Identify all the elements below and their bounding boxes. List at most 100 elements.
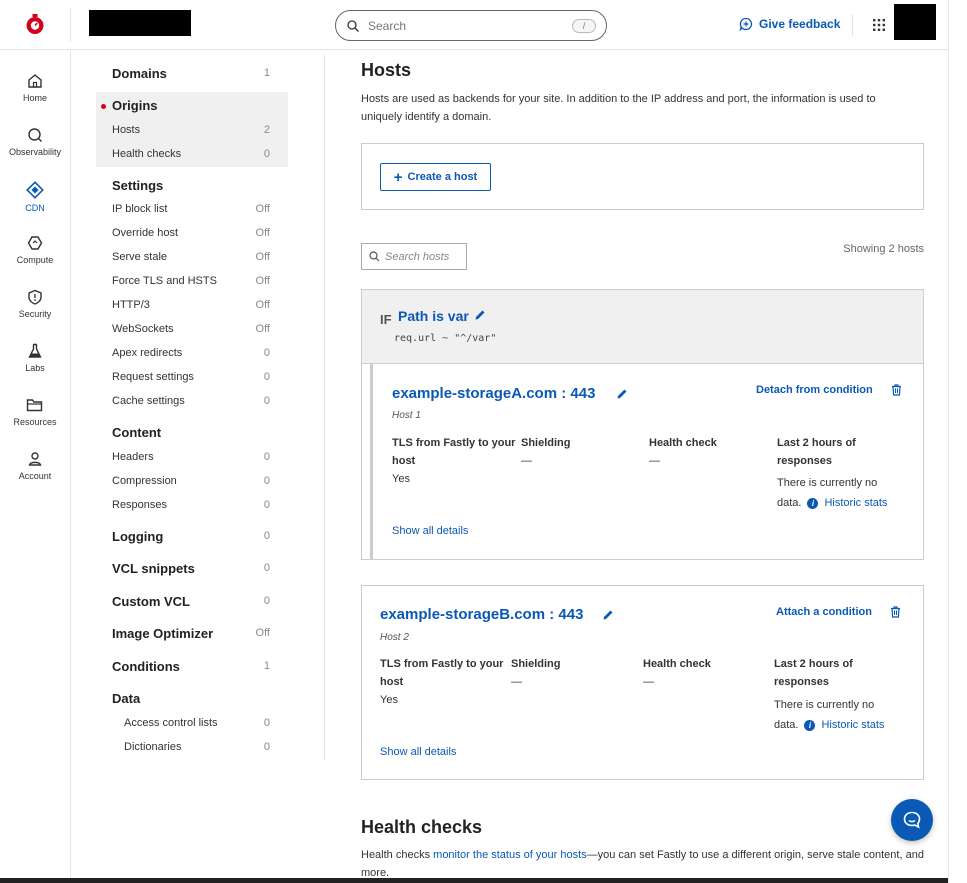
show-all-details-link[interactable]: Show all details (392, 525, 468, 537)
app-grid-icon[interactable] (873, 19, 885, 31)
shielding-value: — (521, 455, 532, 467)
fastly-logo-icon[interactable] (24, 13, 46, 35)
nav-headers[interactable]: Headers 0 (96, 446, 288, 468)
nav-item-label: Dictionaries (124, 741, 182, 753)
nav-item-label: IP block list (112, 203, 168, 215)
info-icon[interactable]: i (807, 497, 819, 509)
create-host-button[interactable]: + Create a host (380, 163, 491, 191)
show-all-details-link[interactable]: Show all details (380, 746, 456, 758)
rail-item-compute[interactable]: Compute (0, 235, 70, 265)
nav-logging-count: 0 (263, 530, 270, 542)
nav-settings[interactable]: Settings (96, 174, 288, 196)
nav-access-control-lists[interactable]: Access control lists 0 (96, 712, 288, 734)
rail-item-security[interactable]: Security (0, 289, 70, 319)
health-check-header: Health check (649, 437, 717, 449)
host-name-link[interactable]: example-storageB.com : 443 (380, 606, 583, 623)
rail-label-account: Account (18, 471, 52, 481)
no-data-text: There is currently no (774, 699, 875, 711)
historic-stats-link[interactable]: Historic stats (821, 719, 884, 731)
monitor-status-link[interactable]: monitor the status of your hosts (433, 849, 586, 861)
health-check-value: — (649, 455, 660, 467)
cdn-diamond-icon (26, 181, 44, 199)
nav-vcl-snippets[interactable]: VCL snippets 0 (96, 557, 288, 579)
health-check-value: — (643, 676, 654, 688)
flask-icon (28, 343, 42, 358)
hc-desc-prefix: Health checks (361, 849, 434, 861)
nav-item-label: Responses (112, 499, 168, 511)
if-label: IF (380, 312, 392, 327)
nav-compression[interactable]: Compression 0 (96, 470, 288, 492)
rail-item-cdn[interactable]: CDN (0, 181, 70, 213)
nav-ip-block-list[interactable]: IP block list Off (96, 198, 288, 220)
tls-value: Yes (392, 473, 410, 485)
attach-condition-link[interactable]: Attach a condition (776, 606, 872, 618)
nav-item-label: Compression (112, 475, 177, 487)
give-feedback-link[interactable]: Give feedback (739, 17, 840, 31)
condition-group: IF Path is var req.url ~ "^/var" example… (361, 289, 924, 560)
chat-support-button[interactable] (891, 799, 933, 841)
rail-label-home: Home (22, 93, 47, 103)
global-search[interactable]: Search / (335, 10, 607, 41)
edit-pencil-icon[interactable] (616, 388, 628, 400)
chat-bubble-icon (903, 811, 921, 829)
nav-override-host[interactable]: Override host Off (96, 222, 288, 244)
home-icon (28, 74, 42, 88)
nav-serve-stale[interactable]: Serve stale Off (96, 246, 288, 268)
nav-force-tls[interactable]: Force TLS and HSTS Off (96, 270, 288, 292)
nav-conditions[interactable]: Conditions 1 (96, 655, 288, 677)
nav-settings-label: Settings (112, 177, 164, 193)
search-input[interactable]: Search (368, 19, 572, 33)
nav-item-value: 0 (263, 499, 270, 511)
nav-domains[interactable]: Domains 1 (96, 62, 288, 84)
nav-data[interactable]: Data (96, 687, 288, 709)
nav-origins[interactable]: Origins (96, 94, 288, 116)
nav-health-checks[interactable]: Health checks 0 (96, 143, 288, 165)
nav-item-value: 0 (263, 347, 270, 359)
edit-pencil-icon[interactable] (474, 309, 486, 321)
feedback-icon (739, 17, 753, 31)
nav-domains-label: Domains (112, 65, 167, 81)
nav-custom-vcl-label: Custom VCL (112, 593, 190, 609)
rail-item-labs[interactable]: Labs (0, 343, 70, 373)
shield-icon (28, 289, 42, 305)
rail-item-home[interactable]: Home (0, 73, 70, 103)
host-card: example-storageA.com : 443 Host 1 Detach… (370, 364, 923, 559)
historic-stats-link[interactable]: Historic stats (824, 497, 887, 509)
nav-item-label: Serve stale (112, 251, 168, 263)
nav-cache-settings[interactable]: Cache settings 0 (96, 390, 288, 412)
nav-hosts-count: 2 (263, 124, 270, 136)
shielding-header: Shielding (511, 658, 561, 670)
nav-request-settings[interactable]: Request settings 0 (96, 366, 288, 388)
rail-label-resources: Resources (13, 417, 57, 427)
redacted-account-avatar[interactable] (894, 4, 936, 40)
search-hosts-input[interactable]: Search hosts (361, 243, 467, 270)
nav-responses[interactable]: Responses 0 (96, 494, 288, 516)
rail-item-observability[interactable]: Observability (0, 127, 70, 157)
host-card: example-storageB.com : 443 Host 2 Attach… (361, 585, 924, 780)
nav-health-checks-count: 0 (263, 148, 270, 160)
detach-condition-link[interactable]: Detach from condition (756, 384, 873, 396)
host-name-link[interactable]: example-storageA.com : 443 (392, 385, 595, 402)
nav-logging[interactable]: Logging 0 (96, 525, 288, 547)
nav-image-optimizer[interactable]: Image Optimizer Off (96, 622, 288, 644)
nav-item-label: Request settings (112, 371, 194, 383)
nav-custom-vcl[interactable]: Custom VCL 0 (96, 590, 288, 612)
nav-websockets[interactable]: WebSockets Off (96, 318, 288, 340)
nav-apex-redirects[interactable]: Apex redirects 0 (96, 342, 288, 364)
rail-item-resources[interactable]: Resources (0, 397, 70, 427)
top-bar: Search / Give feedback (0, 0, 948, 50)
info-icon[interactable]: i (804, 719, 816, 731)
nav-http3[interactable]: HTTP/3 Off (96, 294, 288, 316)
nav-hosts[interactable]: Hosts 2 (96, 119, 288, 141)
trash-icon[interactable] (891, 384, 902, 396)
edit-pencil-icon[interactable] (602, 609, 614, 621)
rail-item-account[interactable]: Account (0, 451, 70, 481)
nav-content[interactable]: Content (96, 421, 288, 443)
nav-dictionaries[interactable]: Dictionaries 0 (96, 736, 288, 758)
nav-data-label: Data (112, 690, 141, 706)
header-divider-right (852, 14, 853, 36)
condition-name-link[interactable]: Path is var (398, 308, 469, 324)
trash-icon[interactable] (890, 606, 901, 618)
nav-item-value: Off (255, 227, 270, 239)
magnifier-icon (28, 128, 42, 142)
